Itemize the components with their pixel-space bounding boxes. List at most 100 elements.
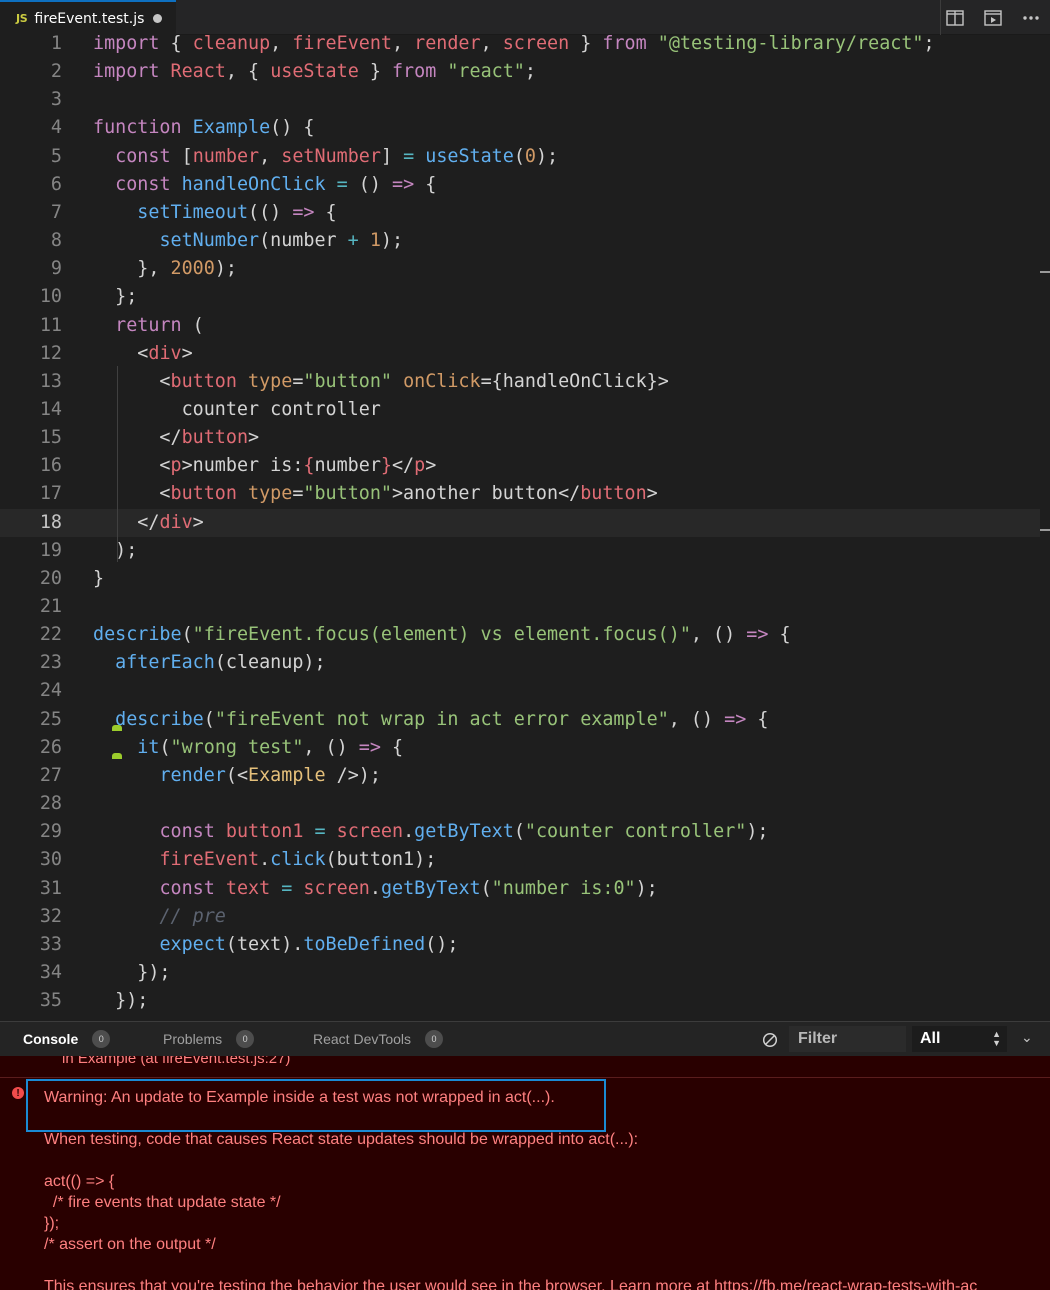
code-text: it("wrong test", () => { (93, 734, 403, 762)
line-number: 34 (39, 961, 62, 983)
tab-problems[interactable]: Problems 0 (163, 1022, 255, 1056)
log-level-select[interactable]: All ▲ ▼ (912, 1026, 1007, 1052)
code-text: counter controller (93, 396, 381, 424)
code-text: }, 2000); (93, 255, 237, 283)
code-line[interactable]: 26 it("wrong test", () => { (0, 734, 1040, 762)
open-preview-icon[interactable] (974, 0, 1012, 35)
tab-console[interactable]: Console 0 (23, 1022, 111, 1056)
code-line[interactable]: 34 }); (0, 959, 1040, 987)
code-token: > (248, 427, 260, 449)
filter-input[interactable] (789, 1026, 906, 1052)
code-line[interactable]: 22 describe("fireEvent.focus(element) vs … (0, 621, 1040, 649)
code-token: button1 (225, 821, 304, 843)
code-token: { (414, 173, 437, 195)
code-line[interactable]: 7 setTimeout(() => { (0, 199, 1040, 227)
line-number: 13 (39, 370, 62, 392)
code-line[interactable]: 2 import React, { useState } from "react"… (0, 58, 1040, 86)
code-token: . (259, 849, 271, 871)
code-token: ); (380, 230, 404, 252)
code-token: </ (93, 427, 182, 449)
chevron-down-icon[interactable]: ⌄ (1021, 1029, 1033, 1046)
warning-message-line: This ensures that you're testing the beh… (44, 1278, 978, 1290)
code-line[interactable]: 27 render(<Example />); (0, 762, 1040, 790)
code-line[interactable]: 29 const button1 = screen.getByText("cou… (0, 818, 1040, 846)
code-line[interactable]: 30 fireEvent.click(button1); (0, 846, 1040, 874)
code-line[interactable]: 8 setNumber(number + 1); (0, 227, 1040, 255)
code-text: describe("fireEvent not wrap in act erro… (93, 706, 768, 734)
code-token: => (392, 173, 415, 195)
code-line[interactable]: 12 <div> (0, 340, 1040, 368)
code-token: import (93, 35, 160, 54)
code-text: } (93, 565, 104, 593)
code-line[interactable]: 16 <p>number is:{number}</p> (0, 452, 1040, 480)
scrollbar-position-marker[interactable] (1040, 271, 1050, 273)
code-token: fireEvent (292, 35, 392, 54)
code-line[interactable]: 4 function Example() { (0, 114, 1040, 142)
line-number: 11 (39, 314, 62, 336)
code-line[interactable]: 31 const text = screen.getByText("number… (0, 875, 1040, 903)
problems-count-badge: 0 (236, 1030, 255, 1048)
warning-message-line: When testing, code that causes React sta… (44, 1131, 639, 1148)
code-line[interactable]: 13 <button type="button" onClick={handle… (0, 368, 1040, 396)
code-line[interactable]: 28 (0, 790, 1040, 818)
code-line[interactable]: 6 const handleOnClick = () => { (0, 171, 1040, 199)
code-line[interactable]: 11 return ( (0, 312, 1040, 340)
code-line[interactable]: 5 const [number, setNumber] = useState(0… (0, 143, 1040, 171)
code-token: "button" (303, 370, 392, 392)
code-line[interactable]: 23 afterEach(cleanup); (0, 649, 1040, 677)
code-token: setTimeout (137, 201, 249, 223)
code-token: text (225, 877, 271, 899)
code-token: ] (380, 145, 404, 167)
breakpoint-marker-icon[interactable] (112, 725, 122, 731)
line-number: 27 (39, 764, 62, 786)
code-token: p (170, 455, 182, 477)
tab-fireevent-test-js[interactable]: JS fireEvent.test.js (0, 0, 176, 35)
more-actions-icon[interactable] (1012, 0, 1050, 35)
code-line[interactable]: 9 }, 2000); (0, 255, 1040, 283)
previous-log-entry: in Example (at fireEvent.test.js:27) (0, 1056, 1050, 1078)
split-editor-icon[interactable] (936, 0, 974, 35)
scrollbar-cursor-marker[interactable] (1040, 529, 1050, 531)
tab-react-devtools-label: React DevTools (313, 1031, 412, 1047)
code-text: const handleOnClick = () => { (93, 171, 436, 199)
unsaved-changes-dot-icon[interactable] (153, 14, 162, 23)
code-token: onClick (403, 370, 481, 392)
tab-react-devtools[interactable]: React DevTools 0 (313, 1022, 444, 1056)
code-line[interactable]: 25 describe("fireEvent not wrap in act e… (0, 706, 1040, 734)
error-icon: ! (12, 1087, 24, 1099)
code-token: div (148, 342, 182, 364)
console-output[interactable]: in Example (at fireEvent.test.js:27) ! W… (0, 1056, 1050, 1290)
code-token: = (314, 821, 326, 843)
line-number: 19 (39, 539, 62, 561)
code-line[interactable]: 35 }); (0, 987, 1040, 1015)
code-editor[interactable]: 35 }); 34 }); 33 expect(text).toBeDefined(… (0, 35, 1050, 1021)
code-line[interactable]: 1 import { cleanup, fireEvent, render, sc… (0, 35, 1040, 58)
line-number: 9 (50, 258, 62, 280)
line-number: 28 (39, 793, 62, 815)
breakpoint-marker-icon[interactable] (112, 753, 122, 759)
code-line[interactable]: 19 ); (0, 537, 1040, 565)
warning-message-line: act(() => { (44, 1173, 115, 1190)
code-line[interactable]: 14 counter controller (0, 396, 1040, 424)
code-line[interactable]: 17 <button type="button">another button<… (0, 480, 1040, 508)
code-line[interactable]: 32 // pre (0, 903, 1040, 931)
code-line[interactable]: 33 expect(text).toBeDefined(); (0, 931, 1040, 959)
code-line[interactable]: 21 (0, 593, 1040, 621)
code-token: => (724, 708, 747, 730)
code-line[interactable]: 3 (0, 86, 1040, 114)
code-text: // pre (93, 903, 225, 931)
code-token: </ (93, 511, 160, 533)
code-line[interactable]: 10 }; (0, 283, 1040, 311)
code-token: setNumber (281, 145, 381, 167)
line-number: 2 (50, 61, 62, 83)
clear-console-icon[interactable] (762, 1032, 778, 1048)
code-token: ); (635, 877, 658, 899)
code-line[interactable]: 18 </div> (0, 508, 1040, 537)
code-line[interactable]: 20} (0, 565, 1040, 593)
code-line[interactable]: 24 (0, 677, 1040, 705)
code-line[interactable]: 15 </button> (0, 424, 1040, 452)
code-token: < (93, 342, 149, 364)
